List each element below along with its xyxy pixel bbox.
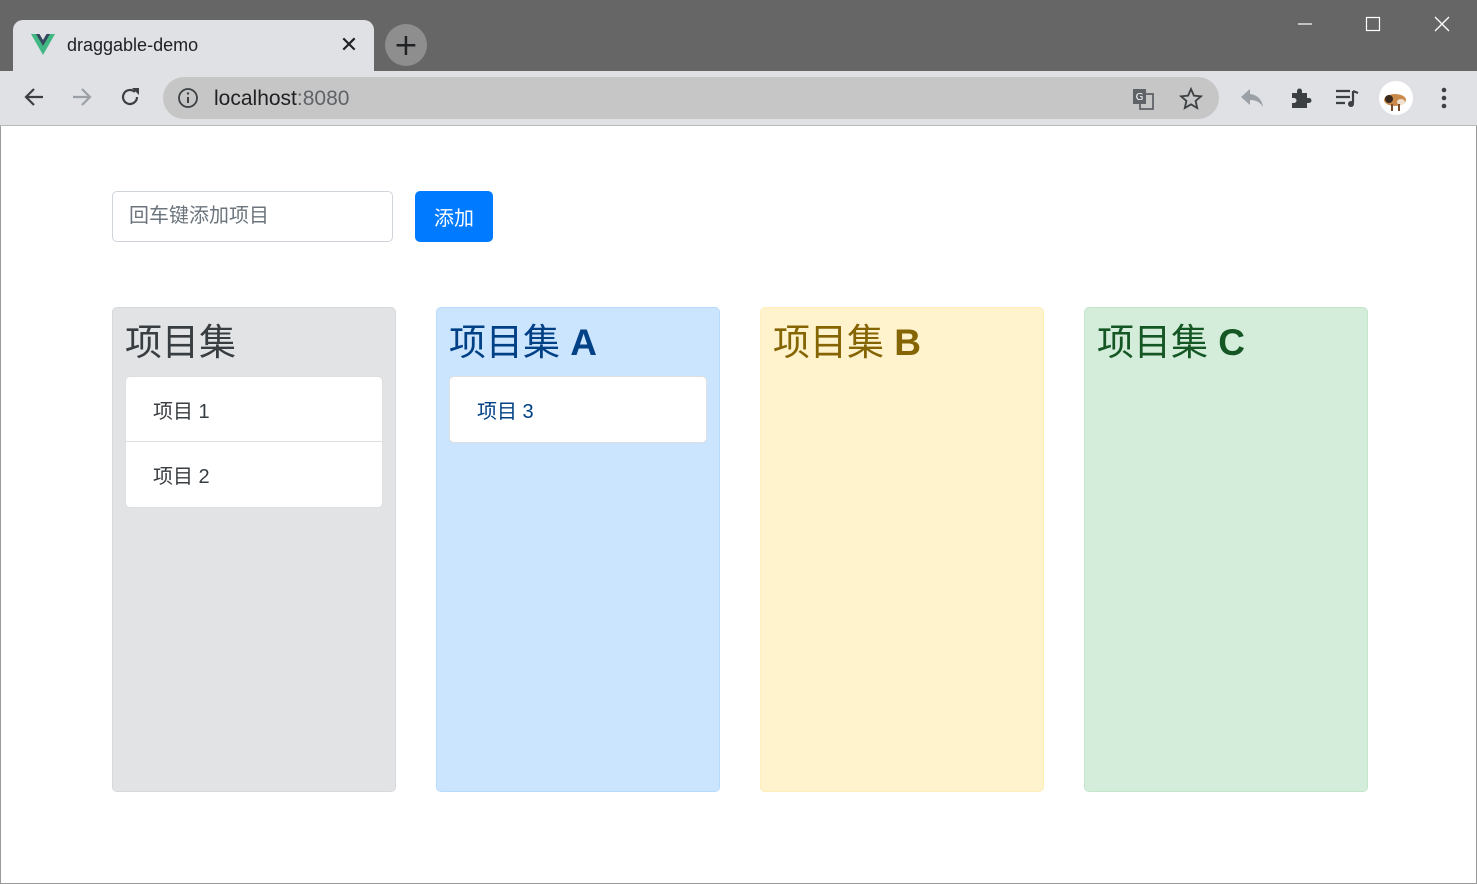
draggable-item[interactable]: 项目 3 [450,377,706,442]
bookmark-star-icon[interactable] [1178,86,1204,112]
column-title: 项目集 C [1097,320,1355,376]
kebab-menu-icon[interactable] [1429,83,1459,113]
column-title-suffix: B [894,322,922,363]
minimize-icon[interactable] [1281,8,1329,40]
column-0[interactable]: 项目集项目 1 项目 2 [112,307,396,792]
column-title-text: 项目集 [1097,322,1208,363]
column-title-text: 项目集 [125,322,236,363]
column-3[interactable]: 项目集 C [1084,307,1368,792]
add-button[interactable]: 添加 [415,191,493,242]
browser-toolbar: localhost:8080 G [0,71,1477,126]
browser-titlebar: draggable-demo ✕ + [0,0,1477,71]
browser-tab[interactable]: draggable-demo ✕ [13,20,374,71]
extensions-puzzle-icon[interactable] [1285,83,1315,113]
svg-text:G: G [1136,92,1144,103]
item-list: 项目 3 [449,376,707,443]
info-icon[interactable] [177,87,199,109]
page-viewport: 添加 项目集项目 1项目 2项目集 A项目 3项目集 B项目集 C [0,126,1477,884]
column-title-suffix: A [570,322,598,363]
close-icon[interactable] [1418,8,1466,40]
url-port: :8080 [296,87,350,110]
media-queue-icon[interactable] [1332,83,1362,113]
column-title-text: 项目集 [449,322,560,363]
new-tab-button[interactable]: + [385,24,427,66]
url-host: localhost [214,87,297,110]
column-2[interactable]: 项目集 B [760,307,1044,792]
column-title-text: 项目集 [773,322,884,363]
reply-icon[interactable] [1237,83,1267,113]
new-item-input[interactable] [112,191,393,242]
column-title: 项目集 B [773,320,1031,376]
address-bar[interactable]: localhost:8080 G [163,77,1219,119]
plus-icon: + [393,27,419,63]
column-title: 项目集 [125,320,383,376]
vue-logo-icon [31,34,55,55]
item-list: 项目 1 项目 2 [125,376,383,508]
translate-icon[interactable]: G [1130,86,1156,112]
maximize-icon[interactable] [1349,8,1397,40]
url-text[interactable]: localhost:8080 [214,87,349,111]
draggable-item[interactable]: 项目 1 [126,377,382,442]
column-title-suffix: C [1218,322,1246,363]
tab-title: draggable-demo [67,35,199,55]
draggable-item[interactable]: 项目 2 [126,442,382,507]
forward-arrow-icon[interactable] [64,79,100,115]
reload-icon[interactable] [112,79,148,115]
tab-close-icon[interactable]: ✕ [336,32,362,58]
back-arrow-icon[interactable] [16,79,52,115]
profile-avatar[interactable] [1379,81,1413,115]
column-1[interactable]: 项目集 A 项目 3 [436,307,720,792]
column-title: 项目集 A [449,320,707,376]
